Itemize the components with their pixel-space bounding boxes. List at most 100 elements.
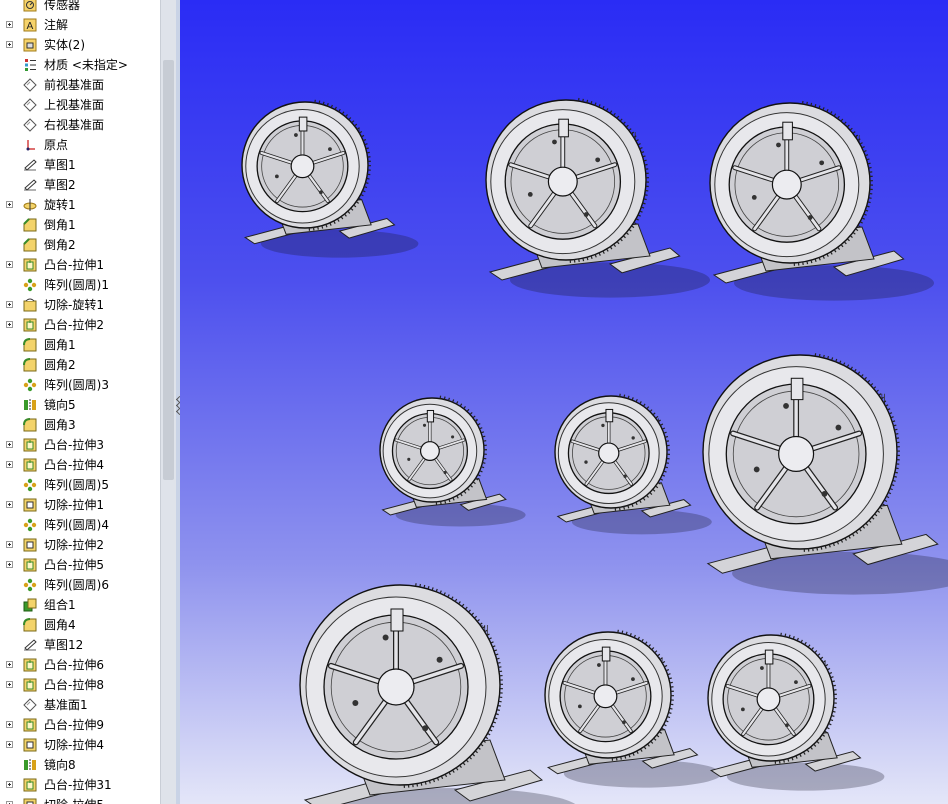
- tree-item[interactable]: A 注解: [0, 15, 160, 35]
- tree-item[interactable]: 凸台-拉伸3: [0, 435, 160, 455]
- expand-icon[interactable]: [6, 441, 13, 448]
- tree-item-label: 凸台-拉伸8: [44, 678, 104, 692]
- tree-item-label: 圆角2: [44, 358, 76, 372]
- tree-item[interactable]: 凸台-拉伸31: [0, 775, 160, 795]
- tree-item[interactable]: 切除-拉伸1: [0, 495, 160, 515]
- expand-icon[interactable]: [6, 461, 13, 468]
- combine-icon: [23, 598, 37, 612]
- tree-item[interactable]: 阵列(圆周)3: [0, 375, 160, 395]
- tree-item-label: 阵列(圆周)4: [44, 518, 109, 532]
- tree-item[interactable]: 倒角2: [0, 235, 160, 255]
- blower-model[interactable]: [707, 632, 885, 791]
- extrude-boss-icon: [23, 658, 37, 672]
- expand-icon[interactable]: [6, 321, 13, 328]
- tree-item[interactable]: 传感器: [0, 0, 160, 15]
- expand-icon[interactable]: [6, 301, 13, 308]
- tree-item[interactable]: 阵列(圆周)6: [0, 575, 160, 595]
- circular-pattern-icon: [23, 518, 37, 532]
- tree-scrollbar[interactable]: [160, 0, 176, 804]
- scrollbar-thumb[interactable]: [163, 60, 174, 480]
- expand-icon[interactable]: [6, 541, 13, 548]
- chamfer-icon: [23, 218, 37, 232]
- expand-icon[interactable]: [6, 21, 13, 28]
- tree-item[interactable]: 切除-拉伸5: [0, 795, 160, 804]
- extrude-boss-icon: [23, 318, 37, 332]
- expand-icon[interactable]: [6, 561, 13, 568]
- circular-pattern-icon: [23, 278, 37, 292]
- tree-item[interactable]: 凸台-拉伸8: [0, 675, 160, 695]
- tree-item-label: 草图12: [44, 638, 84, 652]
- tree-item[interactable]: 原点: [0, 135, 160, 155]
- blower-model[interactable]: [241, 99, 419, 258]
- expand-icon[interactable]: [6, 721, 13, 728]
- tree-item[interactable]: 切除-旋转1: [0, 295, 160, 315]
- blower-model[interactable]: [299, 583, 580, 804]
- extrude-cut-icon: [23, 738, 37, 752]
- tree-item[interactable]: 阵列(圆周)1: [0, 275, 160, 295]
- tree-item[interactable]: 阵列(圆周)5: [0, 475, 160, 495]
- tree-item-label: 切除-拉伸5: [44, 795, 104, 804]
- tree-item-label: 原点: [44, 138, 69, 152]
- tree-item[interactable]: 材质 <未指定>: [0, 55, 160, 75]
- tree-item-label: 草图1: [44, 158, 76, 172]
- tree-item-label: 阵列(圆周)1: [44, 278, 109, 292]
- tree-item[interactable]: 旋转1: [0, 195, 160, 215]
- tree-item-label: 切除-拉伸1: [44, 498, 104, 512]
- tree-item[interactable]: 草图2: [0, 175, 160, 195]
- expand-icon[interactable]: [6, 781, 13, 788]
- tree-item[interactable]: 圆角3: [0, 415, 160, 435]
- revolve-icon: [23, 199, 37, 211]
- expand-icon[interactable]: [6, 41, 13, 48]
- tree-item-label: 镜向5: [44, 398, 76, 412]
- blower-model[interactable]: [485, 97, 710, 298]
- tree-item[interactable]: 圆角2: [0, 355, 160, 375]
- tree-item[interactable]: 组合1: [0, 595, 160, 615]
- tree-item[interactable]: 凸台-拉伸2: [0, 315, 160, 335]
- tree-item-label: 阵列(圆周)5: [44, 478, 109, 492]
- tree-item-label: 切除-旋转1: [44, 298, 104, 312]
- tree-item[interactable]: 倒角1: [0, 215, 160, 235]
- tree-item[interactable]: 圆角4: [0, 615, 160, 635]
- tree-item[interactable]: 切除-拉伸2: [0, 535, 160, 555]
- tree-item[interactable]: 上视基准面: [0, 95, 160, 115]
- expand-icon[interactable]: [6, 201, 13, 208]
- expand-icon[interactable]: [6, 741, 13, 748]
- tree-item-label: 凸台-拉伸31: [44, 778, 112, 792]
- tree-item[interactable]: 实体(2): [0, 35, 160, 55]
- expand-icon[interactable]: [6, 501, 13, 508]
- blower-model[interactable]: [379, 395, 526, 527]
- tree-item[interactable]: 凸台-拉伸6: [0, 655, 160, 675]
- extrude-boss-icon: [23, 718, 37, 732]
- expand-icon[interactable]: [6, 261, 13, 268]
- tree-item[interactable]: 草图12: [0, 635, 160, 655]
- plane-icon: [23, 98, 37, 112]
- extrude-cut-icon: [23, 798, 37, 804]
- tree-item[interactable]: 镜向8: [0, 755, 160, 775]
- tree-item[interactable]: 切除-拉伸4: [0, 735, 160, 755]
- sensor-icon: [23, 0, 37, 12]
- tree-item-label: 倒角1: [44, 218, 76, 232]
- tree-item[interactable]: 凸台-拉伸4: [0, 455, 160, 475]
- graphics-viewport[interactable]: [180, 0, 948, 804]
- tree-item[interactable]: 右视基准面: [0, 115, 160, 135]
- tree-item-label: 凸台-拉伸4: [44, 458, 104, 472]
- tree-item[interactable]: 基准面1: [0, 695, 160, 715]
- blower-model[interactable]: [544, 629, 722, 788]
- tree-item[interactable]: 凸台-拉伸1: [0, 255, 160, 275]
- tree-item[interactable]: 凸台-拉伸9: [0, 715, 160, 735]
- tree-item[interactable]: 草图1: [0, 155, 160, 175]
- svg-text:A: A: [27, 21, 34, 32]
- tree-item[interactable]: 圆角1: [0, 335, 160, 355]
- tree-item[interactable]: 阵列(圆周)4: [0, 515, 160, 535]
- expand-icon[interactable]: [6, 661, 13, 668]
- tree-item[interactable]: 前视基准面: [0, 75, 160, 95]
- blower-model[interactable]: [702, 353, 948, 595]
- tree-item[interactable]: 凸台-拉伸5: [0, 555, 160, 575]
- extrude-boss-icon: [23, 438, 37, 452]
- revolve-cut-icon: [23, 298, 37, 312]
- blower-model[interactable]: [709, 100, 934, 301]
- plane-icon: [23, 78, 37, 92]
- tree-item[interactable]: 镜向5: [0, 395, 160, 415]
- blower-model[interactable]: [554, 393, 712, 535]
- expand-icon[interactable]: [6, 681, 13, 688]
